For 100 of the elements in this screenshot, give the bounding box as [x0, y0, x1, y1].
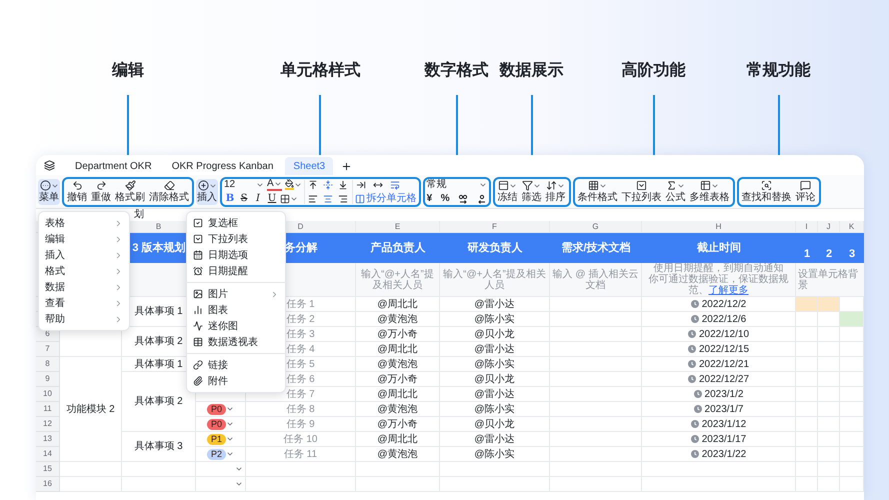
grid-icon — [588, 180, 600, 191]
multi-table-button[interactable]: 多维表格 — [688, 178, 731, 204]
menu-item[interactable]: 日期提醒 — [187, 263, 285, 279]
underline-button[interactable]: U — [266, 192, 278, 205]
border-icon — [280, 194, 290, 204]
table-cell — [840, 387, 864, 402]
paperclip-icon — [193, 376, 203, 386]
menu-item[interactable]: 插入 — [39, 247, 129, 263]
clock-icon — [688, 330, 696, 338]
currency-button[interactable]: ¥ — [426, 192, 432, 205]
date-text: 2023/1/17 — [702, 432, 746, 446]
formula-button[interactable]: 公式 — [664, 178, 687, 204]
menu-item[interactable]: 日期选项 — [187, 247, 285, 263]
table-cell: @周北北 — [356, 297, 440, 312]
table-cell: @雷小达 — [440, 432, 550, 447]
menu-item[interactable]: 编辑 — [39, 231, 129, 247]
arrow-to-line-icon — [356, 180, 366, 190]
table-cell — [840, 402, 864, 417]
table-cell — [840, 447, 864, 462]
decimal-increase-button[interactable] — [458, 192, 468, 205]
align-bottom-icon — [338, 180, 348, 190]
undo-icon — [72, 180, 82, 191]
format-painter-button[interactable]: 格式刷 — [114, 178, 146, 204]
filter-button[interactable]: 筛选 — [520, 178, 543, 204]
fill-color-button[interactable] — [284, 178, 302, 191]
column-letter: I — [805, 220, 808, 232]
menu-button[interactable]: 菜单 — [38, 178, 60, 204]
callout-label: 高阶功能 — [622, 60, 686, 80]
priority-tag: P0 — [206, 404, 226, 414]
table-cell: @周北北 — [356, 342, 440, 357]
column-letter: B — [156, 220, 162, 232]
strikethrough-button[interactable]: S — [238, 192, 250, 205]
sheet-tab[interactable]: OKR Progress Kanban — [164, 157, 282, 175]
menu-item[interactable]: 格式 — [39, 263, 129, 279]
date-text: 2022/12/10 — [698, 328, 750, 342]
callout-label: 常规功能 — [746, 60, 811, 80]
menu-item[interactable]: 下拉列表 — [187, 231, 285, 247]
italic-button[interactable]: I — [252, 192, 264, 205]
column-header: 1 — [804, 248, 810, 261]
column-header: 3 版本规划 — [132, 242, 186, 254]
learn-more-link[interactable]: 了解更多 — [708, 285, 748, 296]
undo-button[interactable]: 撤销 — [66, 178, 88, 204]
table-cell — [840, 327, 864, 342]
priority-tag: P0 — [206, 418, 226, 430]
row-number: 10 — [36, 387, 60, 402]
decimal-decrease-button[interactable] — [476, 192, 487, 205]
dropdown-icon — [636, 180, 648, 191]
leader-line — [456, 94, 458, 156]
table-cell: @陈小实 — [440, 312, 550, 327]
sheet-tab[interactable]: Department OKR — [67, 157, 160, 175]
table-cell: 任务 10 — [246, 432, 356, 447]
sheet-tab[interactable]: Sheet3 — [285, 157, 334, 175]
sort-button[interactable]: 排序 — [544, 178, 567, 204]
row-number: 8 — [36, 357, 60, 372]
column-header: 需求/技术文档 — [561, 242, 631, 254]
layers-icon[interactable] — [44, 160, 55, 171]
priority-tag: P1 — [206, 434, 226, 444]
column-letter: D — [298, 220, 304, 232]
column-letter: E — [394, 220, 400, 232]
clear-format-button[interactable]: 清除格式 — [148, 178, 190, 204]
border-button[interactable] — [280, 192, 298, 205]
align-middle-button[interactable] — [322, 178, 335, 191]
font-size-select[interactable]: 12 — [224, 178, 264, 191]
filter-icon — [522, 180, 534, 191]
bold-button[interactable]: B — [224, 192, 236, 205]
caret-icon — [677, 182, 686, 190]
dropdown-list-button[interactable]: 下拉列表 — [620, 178, 663, 204]
column-letter: H — [716, 220, 722, 232]
date-text: 2023/1/7 — [704, 402, 744, 416]
conditional-format-button[interactable]: 条件格式 — [576, 178, 619, 204]
redo-button[interactable]: 重做 — [90, 178, 112, 204]
split-cells-icon — [354, 194, 365, 204]
row-number: 12 — [36, 417, 60, 432]
menu-item[interactable]: 数据 — [39, 279, 129, 295]
table-cell: @万小奇 — [356, 327, 440, 342]
clock-icon — [690, 300, 699, 308]
insert-button[interactable]: 插入 — [196, 178, 218, 204]
caret-icon — [711, 182, 720, 190]
percent-button[interactable]: % — [440, 192, 450, 205]
table-cell: @万小奇 — [356, 417, 440, 432]
comment-icon — [800, 180, 812, 191]
number-format-select[interactable]: 常规 — [426, 178, 487, 191]
column-letter: J — [826, 220, 830, 232]
menu-item[interactable]: 表格 — [39, 215, 129, 231]
split-cells-button[interactable]: 拆分单元格 — [354, 192, 417, 205]
text-color-button[interactable]: A — [267, 178, 282, 191]
comment-button[interactable]: 评论 — [794, 178, 817, 204]
menu-item[interactable]: 复选框 — [187, 215, 285, 231]
table-cell: @陈小实 — [440, 447, 550, 462]
freeze-button[interactable]: 冻结 — [496, 178, 519, 204]
find-replace-button[interactable]: 查找和替换 — [740, 178, 793, 204]
table-cell: @黄泡泡 — [356, 357, 440, 372]
row-number: 11 — [36, 402, 60, 417]
caret-icon — [509, 182, 518, 190]
caret-icon — [533, 182, 542, 190]
table-cell: @周北北 — [356, 387, 440, 402]
leader-line — [319, 94, 322, 156]
chevron-right-icon — [270, 290, 279, 298]
date-text: 2023/1/12 — [702, 418, 746, 432]
alarm-clock-icon — [193, 266, 203, 276]
